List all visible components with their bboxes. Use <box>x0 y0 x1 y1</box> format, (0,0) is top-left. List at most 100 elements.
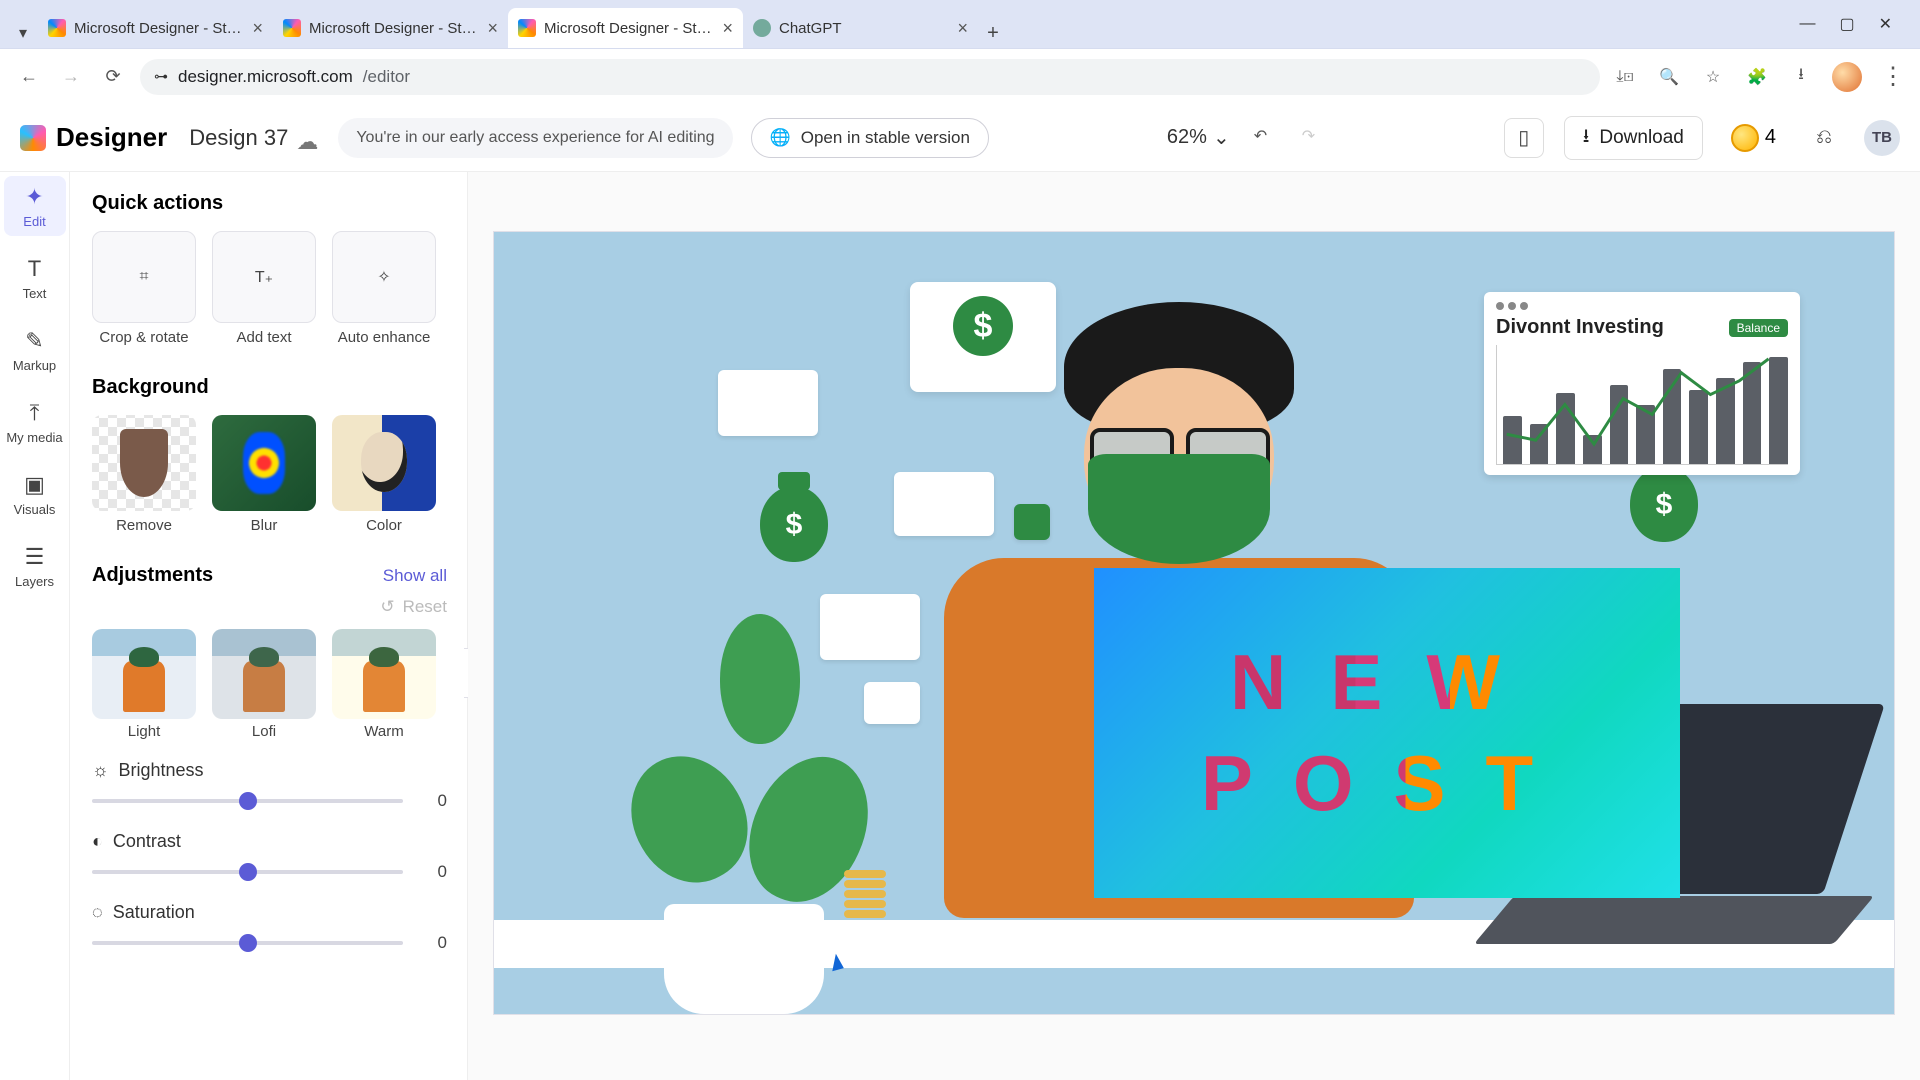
adjustments-heading: Adjustments <box>92 564 213 587</box>
contrast-label: Contrast <box>113 831 181 852</box>
rail-label: Layers <box>15 574 54 589</box>
add-text-button[interactable]: T₊ <box>212 231 316 323</box>
show-all-button[interactable]: Show all <box>383 566 447 586</box>
forward-icon: → <box>56 62 86 92</box>
qa-label: Auto enhance <box>338 329 431 346</box>
quick-actions-row: ⌗ Crop & rotate T₊ Add text ✧ Auto enhan… <box>92 231 447 346</box>
slider-thumb[interactable] <box>239 934 257 952</box>
open-stable-button[interactable]: 🌐 Open in stable version <box>751 118 989 158</box>
crop-icon: ⌗ <box>139 268 148 286</box>
close-icon[interactable]: × <box>487 18 498 39</box>
designer-favicon <box>283 19 301 37</box>
tab-label: Microsoft Designer - Stunning <box>544 20 714 37</box>
download-button[interactable]: ⭳ Download <box>1564 116 1703 160</box>
kebab-menu-icon[interactable]: ⋮ <box>1880 64 1906 90</box>
qa-label: Add text <box>236 329 291 346</box>
bg-label: Blur <box>251 517 278 534</box>
address-bar: ← → ⟳ ⊶ designer.microsoft.com/editor ⤓⊡… <box>0 48 1920 104</box>
tab-designer-2[interactable]: Microsoft Designer - Stunning × <box>273 8 508 48</box>
close-icon[interactable]: × <box>957 18 968 39</box>
brightness-block: ☼Brightness 0 <box>92 760 447 811</box>
profile-avatar[interactable] <box>1832 62 1862 92</box>
tab-label: Microsoft Designer - Stunning <box>74 20 244 37</box>
saturation-label: Saturation <box>113 902 195 923</box>
sparkle-icon: ✦ <box>25 184 43 210</box>
rail-label: Text <box>23 286 47 301</box>
undo-icon[interactable]: ↶ <box>1254 126 1278 150</box>
brightness-label: Brightness <box>119 760 204 781</box>
close-icon[interactable]: × <box>722 18 733 39</box>
window-controls: — ▢ ✕ <box>1799 0 1912 48</box>
zoom-icon[interactable]: 🔍 <box>1656 64 1682 90</box>
reload-icon[interactable]: ⟳ <box>98 62 128 92</box>
download-label: Download <box>1599 127 1684 149</box>
url-input[interactable]: ⊶ designer.microsoft.com/editor <box>140 59 1600 95</box>
rail-text[interactable]: TText <box>4 248 66 308</box>
canvas-area: $ Divonnt InvestingBalance <box>468 172 1920 1080</box>
illustration-mini-chart <box>718 370 818 436</box>
back-icon[interactable]: ← <box>14 62 44 92</box>
adjustments-header: Adjustments Show all <box>92 564 447 587</box>
tab-strip: ▾ Microsoft Designer - Stunning × Micros… <box>0 0 1920 48</box>
crop-rotate-button[interactable]: ⌗ <box>92 231 196 323</box>
preset-row: Light Lofi Warm <box>92 629 447 740</box>
illustration-coins <box>844 870 886 918</box>
slider-thumb[interactable] <box>239 863 257 881</box>
brightness-slider[interactable] <box>92 799 403 803</box>
user-avatar[interactable]: TB <box>1864 120 1900 156</box>
bg-blur-button[interactable] <box>212 415 316 511</box>
tool-rail: ✦Edit TText ✎Markup ⤒My media ▣Visuals ☰… <box>0 172 70 1080</box>
rail-visuals[interactable]: ▣Visuals <box>4 464 66 524</box>
device-preview-icon[interactable]: ▯ <box>1504 118 1544 158</box>
chart-bars <box>1496 345 1788 465</box>
auto-enhance-button[interactable]: ✧ <box>332 231 436 323</box>
bookmark-icon[interactable]: ☆ <box>1700 64 1726 90</box>
edit-panel: Quick actions ⌗ Crop & rotate T₊ Add tex… <box>70 172 468 1080</box>
chatgpt-favicon <box>753 19 771 37</box>
close-window-icon[interactable]: ✕ <box>1879 14 1892 34</box>
reset-label: Reset <box>403 597 447 617</box>
minimize-icon[interactable]: — <box>1799 15 1815 33</box>
preset-lofi-button[interactable] <box>212 629 316 719</box>
bg-remove-button[interactable] <box>92 415 196 511</box>
reset-button[interactable]: ↺Reset <box>92 597 447 617</box>
zoom-value: 62% <box>1167 126 1207 149</box>
addtext-icon: T₊ <box>255 267 273 287</box>
illustration-plant <box>624 554 864 1014</box>
brand[interactable]: Designer <box>20 122 167 153</box>
tab-designer-1[interactable]: Microsoft Designer - Stunning × <box>38 8 273 48</box>
preset-light-button[interactable] <box>92 629 196 719</box>
bg-color-button[interactable] <box>332 415 436 511</box>
share-icon[interactable]: ⎌ <box>1804 118 1844 158</box>
new-post-overlay[interactable]: NEW POST <box>1094 568 1680 898</box>
downloads-icon[interactable]: ⭳ <box>1788 64 1814 90</box>
slider-thumb[interactable] <box>239 792 257 810</box>
extensions-icon[interactable]: 🧩 <box>1744 64 1770 90</box>
rail-layers[interactable]: ☰ Layers <box>4 536 66 596</box>
background-heading: Background <box>92 376 447 399</box>
tab-designer-3[interactable]: Microsoft Designer - Stunning × <box>508 8 743 48</box>
upload-icon: ⤒ <box>30 400 40 426</box>
site-info-icon[interactable]: ⊶ <box>154 68 168 85</box>
maximize-icon[interactable]: ▢ <box>1839 14 1854 34</box>
tab-label: ChatGPT <box>779 20 949 37</box>
qa-addtext: T₊ Add text <box>212 231 316 346</box>
tab-history-dropdown[interactable]: ▾ <box>8 18 38 48</box>
install-app-icon[interactable]: ⤓⊡ <box>1612 64 1638 90</box>
design-name[interactable]: Design 37 ☁ <box>189 125 314 151</box>
tab-chatgpt[interactable]: ChatGPT × <box>743 8 978 48</box>
design-canvas[interactable]: $ Divonnt InvestingBalance <box>494 232 1894 1014</box>
preset-warm-button[interactable] <box>332 629 436 719</box>
rail-markup[interactable]: ✎Markup <box>4 320 66 380</box>
rail-mymedia[interactable]: ⤒My media <box>4 392 66 452</box>
zoom-dropdown[interactable]: 62% ⌄ <box>1167 125 1230 150</box>
layers-icon: ☰ <box>25 544 45 570</box>
close-icon[interactable]: × <box>252 18 263 39</box>
addr-right: ⤓⊡ 🔍 ☆ 🧩 ⭳ ⋮ <box>1612 62 1906 92</box>
new-tab-button[interactable]: + <box>978 18 1008 48</box>
saturation-slider[interactable] <box>92 941 403 945</box>
credits-indicator[interactable]: 4 <box>1723 118 1784 158</box>
rail-edit[interactable]: ✦Edit <box>4 176 66 236</box>
contrast-slider[interactable] <box>92 870 403 874</box>
bg-label: Remove <box>116 517 172 534</box>
